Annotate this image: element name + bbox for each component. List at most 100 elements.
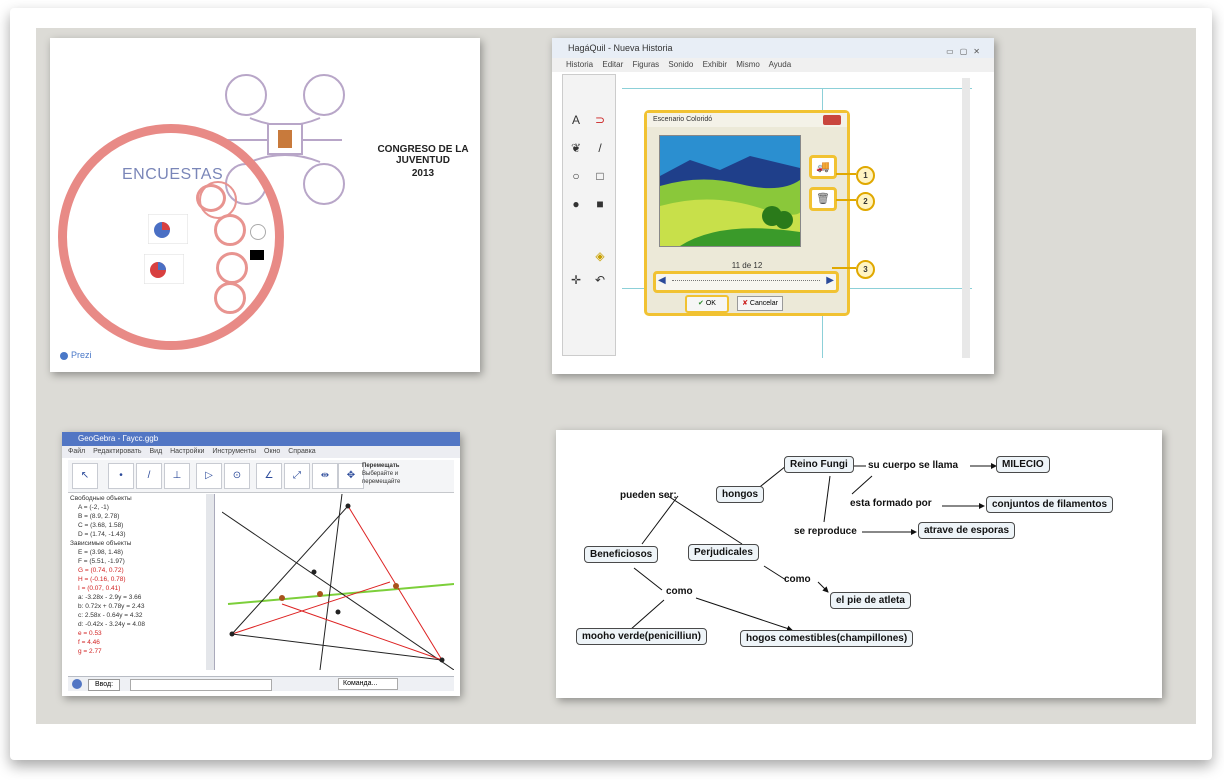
menu-item-mismo[interactable]: Mismo	[736, 60, 760, 69]
vertical-scrollbar[interactable]	[962, 78, 970, 358]
cancel-x-icon: ✘	[742, 300, 748, 307]
menu-item-ayuda[interactable]: Ayuda	[769, 60, 792, 69]
move-tool-icon[interactable]: ↖	[72, 463, 98, 489]
menu-item-settings[interactable]: Настройки	[170, 448, 204, 455]
input-button[interactable]: Ввод:	[87, 678, 121, 691]
dialog-close-button[interactable]	[823, 115, 841, 125]
polygon-tool-icon[interactable]: ▷	[196, 463, 222, 489]
node-milecio[interactable]: MILECIO	[996, 456, 1050, 473]
node-hongos-comestibles[interactable]: hogos comestibles(champillones)	[740, 630, 914, 647]
prezi-bubble[interactable]	[196, 184, 226, 212]
algebra-item[interactable]: E = (3.98, 1.48)	[68, 548, 214, 557]
node-esporas[interactable]: atrave de esporas	[918, 522, 1016, 539]
tool-hint: Перемещать Выберайте и перемещайте	[362, 463, 401, 485]
cancel-button[interactable]: ✘ Cancelar	[737, 296, 783, 311]
move-view-icon[interactable]: ✥	[338, 463, 364, 489]
menu-item-historia[interactable]: Historia	[566, 60, 593, 69]
eraser-icon[interactable]: ◈	[589, 245, 611, 267]
geogebra-toolbar: ↖ • / ⊥ ▷ ⊙ ∠ ⤢ ⇹ ✥ Перемещать Выберайте…	[68, 460, 454, 493]
square-tool-icon[interactable]: □	[589, 165, 611, 187]
prezi-bubble[interactable]	[214, 214, 246, 246]
prezi-logo: Prezi	[60, 350, 92, 360]
reflect-tool-icon[interactable]: ⤢	[284, 463, 310, 489]
line-tool-icon[interactable]: /	[136, 463, 162, 489]
link-label-cuerpo: su cuerpo se llama	[868, 460, 959, 471]
algebra-item[interactable]: e = 0.53	[68, 629, 214, 638]
ok-button[interactable]: ✔ OK	[685, 295, 729, 313]
prezi-video-thumb[interactable]	[250, 250, 264, 260]
algebra-item[interactable]: f = 4.46	[68, 638, 214, 647]
dependent-objects-header[interactable]: Зависимые объекты	[68, 539, 214, 548]
tool-pen-icon[interactable]: /	[589, 137, 611, 159]
concept-map-panel: Reino Fungi su cuerpo se llama MILECIO p…	[556, 430, 1162, 698]
menu-item-figuras[interactable]: Figuras	[633, 60, 660, 69]
algebra-item[interactable]: B = (8.9, 2.78)	[68, 512, 214, 521]
algebra-item[interactable]: H = (-0.16, 0.78)	[68, 575, 214, 584]
hagaquil-panel: HagáQuil - Nueva Historia ▭▢✕ Historia E…	[552, 38, 994, 374]
algebra-item[interactable]: A = (-2, -1)	[68, 503, 214, 512]
circle-tool-icon[interactable]: ⊙	[224, 463, 250, 489]
node-reino-fungi[interactable]: Reino Fungi	[784, 456, 854, 473]
pie-chart-thumb	[148, 214, 188, 244]
node-moho-verde[interactable]: mooho verde(penicilliun)	[576, 628, 707, 645]
algebra-item[interactable]: b: 0.72x + 0.78y = 2.43	[68, 602, 214, 611]
trash-icon[interactable]: 🗑	[809, 187, 837, 211]
next-arrow-icon[interactable]: ▶	[826, 275, 834, 286]
menu-item-tools[interactable]: Инструменты	[212, 448, 256, 455]
scenery-preview	[659, 135, 801, 247]
menu-item-sonido[interactable]: Sonido	[668, 60, 693, 69]
menu-item-view[interactable]: Вид	[149, 448, 162, 455]
algebra-view: Свободные объекты A = (-2, -1) B = (8.9,…	[68, 494, 215, 670]
move-icon[interactable]: ✛	[565, 269, 587, 291]
callout-1: 1	[856, 166, 875, 185]
algebra-item[interactable]: D = (1.74, -1.43)	[68, 530, 214, 539]
circle-tool-icon[interactable]: ○	[565, 165, 587, 187]
window-title: GeoGebra - Гаусс.ggb	[62, 432, 460, 446]
graphics-view[interactable]	[222, 494, 454, 670]
algebra-item[interactable]: d: -0.42x - 3.24y = 4.08	[68, 620, 214, 629]
algebra-item[interactable]: I = (0.07, 0.41)	[68, 584, 214, 593]
tool-text[interactable]: A	[565, 109, 587, 131]
help-icon[interactable]	[72, 679, 82, 689]
prezi-bubble-small[interactable]	[250, 224, 266, 240]
slider-tool-icon[interactable]: ⇹	[312, 463, 338, 489]
prezi-bubble[interactable]	[214, 282, 246, 314]
free-objects-header[interactable]: Свободные объекты	[68, 494, 214, 503]
algebra-item[interactable]: g = 2.77	[68, 647, 214, 656]
menu-item-help[interactable]: Справка	[288, 448, 315, 455]
node-hongos[interactable]: hongos	[716, 486, 765, 503]
point-tool-icon[interactable]: •	[108, 463, 134, 489]
prev-arrow-icon[interactable]: ◀	[658, 275, 666, 286]
algebra-item[interactable]: C = (3.68, 1.58)	[68, 521, 214, 530]
menu-item-file[interactable]: Файл	[68, 448, 85, 455]
algebra-item[interactable]: c: 2.58x - 0.64y = 4.32	[68, 611, 214, 620]
truck-icon[interactable]: 🚚	[809, 155, 837, 179]
node-perjudicales[interactable]: Perjudicales	[688, 544, 759, 561]
menu-item-window[interactable]: Окно	[264, 448, 280, 455]
node-pie-atleta[interactable]: el pie de atleta	[830, 592, 911, 609]
node-conjuntos[interactable]: conjuntos de filamentos	[986, 496, 1114, 513]
algebra-item[interactable]: a: -3.28x - 2.9y = 3.66	[68, 593, 214, 602]
prezi-subtitle: CONGRESO DE LA JUVENTUD 2013	[377, 144, 469, 179]
undo-icon[interactable]: ↶	[589, 269, 611, 291]
prezi-bubble[interactable]	[216, 252, 248, 284]
link-label-pueden: pueden ser:	[620, 490, 677, 501]
algebra-scrollbar[interactable]	[206, 494, 214, 670]
filled-square-tool-icon[interactable]: ■	[589, 193, 611, 215]
algebra-item[interactable]: G = (0.74, 0.72)	[68, 566, 214, 575]
scenery-slider[interactable]: ◀ ▶	[653, 271, 839, 293]
input-field[interactable]	[130, 679, 272, 691]
concept-map-links	[629, 463, 997, 632]
filled-circle-tool-icon[interactable]: ●	[565, 193, 587, 215]
node-beneficiosos[interactable]: Beneficiosos	[584, 546, 659, 563]
menu-item-exhibir[interactable]: Exhibir	[703, 60, 727, 69]
menu-item-editar[interactable]: Editar	[602, 60, 623, 69]
tool-curve-icon[interactable]: ⊃	[589, 109, 611, 131]
command-select[interactable]: Команда...	[338, 678, 399, 690]
perpendicular-tool-icon[interactable]: ⊥	[164, 463, 190, 489]
menu-item-edit[interactable]: Редактировать	[93, 448, 141, 455]
algebra-item[interactable]: F = (5.51, -1.97)	[68, 557, 214, 566]
prezi-title: ENCUESTAS	[122, 166, 224, 183]
tool-fill-icon[interactable]: ❦	[565, 137, 587, 159]
angle-tool-icon[interactable]: ∠	[256, 463, 282, 489]
